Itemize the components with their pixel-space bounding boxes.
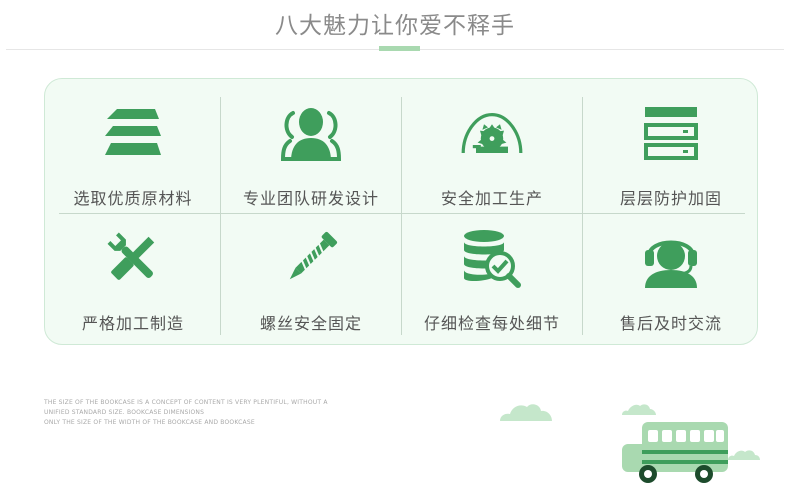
screw-icon (279, 228, 343, 288)
feature-label: 专业团队研发设计 (242, 189, 379, 208)
page-title: 八大魅力让你爱不释手 (275, 13, 515, 39)
feature-label: 严格加工制造 (81, 314, 184, 333)
footer-note-line: UNIFIED STANDARD SIZE. BOOKCASE DIMENSIO… (44, 409, 205, 416)
feature-label: 售后及时交流 (619, 314, 722, 333)
feature-layered-protection: 层层防护加固 (583, 79, 759, 209)
cloud-icon (500, 404, 552, 421)
feature-label: 仔细检查每处细节 (423, 314, 560, 333)
customer-service-icon (639, 228, 703, 288)
footer-note-line: ONLY THE SIZE OF THE WIDTH OF THE BOOKCA… (44, 419, 255, 426)
stacked-drawers-icon (639, 103, 703, 163)
feature-professional-design: 专业团队研发设计 (221, 79, 401, 209)
footer-note: THE SIZE OF THE BOOKCASE IS A CONCEPT OF… (44, 398, 364, 428)
cloud-icon (728, 450, 760, 460)
footer-note-line: THE SIZE OF THE BOOKCASE IS A CONCEPT OF… (44, 399, 328, 406)
feature-label: 螺丝安全固定 (259, 314, 362, 333)
feature-label: 安全加工生产 (440, 189, 543, 208)
title-accent-bar (379, 46, 420, 51)
feature-strict-manufacturing: 严格加工制造 (45, 214, 221, 344)
team-icon (279, 103, 343, 163)
database-check-icon (460, 228, 524, 288)
feature-label: 层层防护加固 (619, 189, 722, 208)
bus-icon (622, 422, 728, 483)
feature-safe-production: 安全加工生产 (402, 79, 582, 209)
feature-quality-materials: 选取优质原材料 (45, 79, 221, 209)
feature-screw-fixing: 螺丝安全固定 (221, 214, 401, 344)
saw-blade-icon (460, 103, 524, 163)
tools-icon (101, 228, 165, 288)
feature-detail-inspection: 仔细检查每处细节 (402, 214, 582, 344)
layered-material-icon (101, 103, 165, 163)
feature-after-sales: 售后及时交流 (583, 214, 759, 344)
feature-label: 选取优质原材料 (73, 189, 193, 208)
features-panel: 选取优质原材料 专业团队研发设计 安全加工生产 层层防护加固 严格加工制造 螺丝… (44, 78, 758, 345)
cloud-icon (622, 404, 656, 415)
